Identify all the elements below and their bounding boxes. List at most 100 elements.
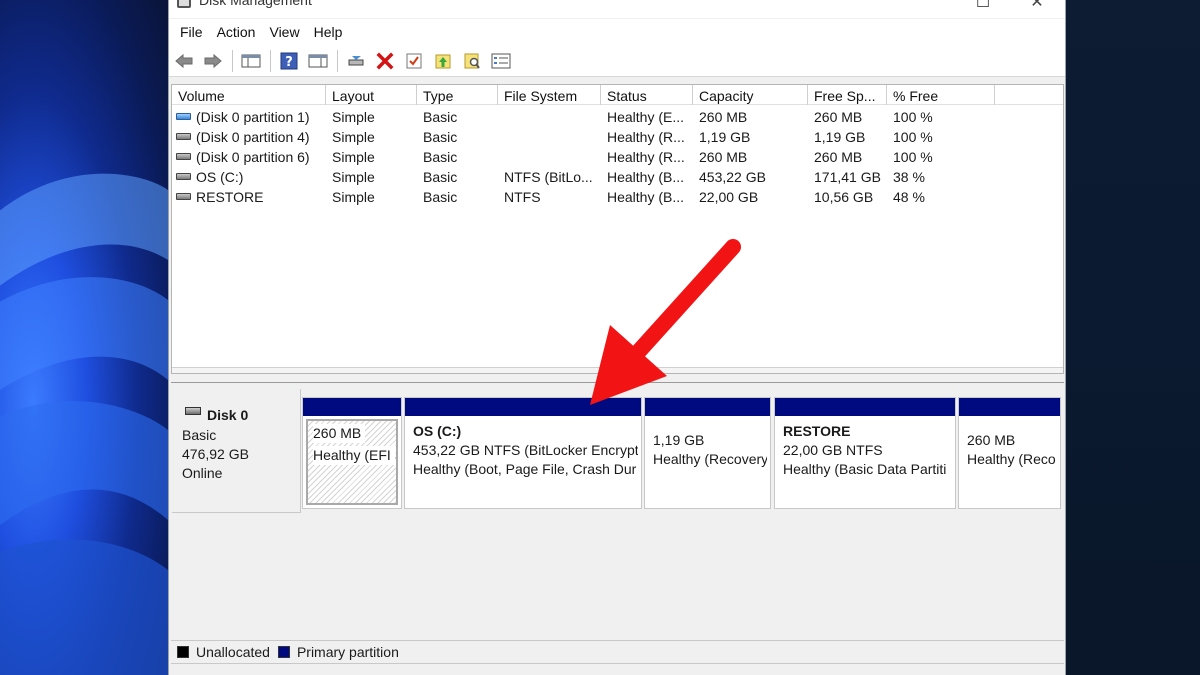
volume-file-system: NTFS xyxy=(504,189,541,205)
menu-file[interactable]: File xyxy=(173,24,210,40)
settings-list-icon[interactable] xyxy=(489,49,513,73)
partition-body: 260 MB Healthy (Reco xyxy=(962,419,1057,505)
volume-row[interactable]: (Disk 0 partition 6) Simple Basic Health… xyxy=(172,147,1063,167)
volume-percent-free: 48 % xyxy=(893,189,925,205)
partition-efi[interactable]: 260 MB Healthy (EFI S xyxy=(302,397,402,509)
partition-body: RESTORE 22,00 GB NTFS Healthy (Basic Dat… xyxy=(778,419,952,505)
volume-percent-free: 100 % xyxy=(893,149,933,165)
column-header-volume[interactable]: Volume xyxy=(172,85,326,105)
drive-icon xyxy=(176,113,191,120)
help-icon[interactable]: ? xyxy=(277,49,301,73)
column-header-free-space[interactable]: Free Sp... xyxy=(808,85,887,105)
close-button[interactable]: ✕ xyxy=(1027,0,1047,12)
volume-status: Healthy (B... xyxy=(607,189,685,205)
partition-status: Healthy (Recovery xyxy=(653,451,767,467)
import-up-icon[interactable] xyxy=(431,49,455,73)
title-bar[interactable]: Disk Management ☐ ✕ xyxy=(169,0,1065,18)
column-header-file-system[interactable]: File System xyxy=(498,85,601,105)
partition-recovery[interactable]: 1,19 GB Healthy (Recovery xyxy=(644,397,771,509)
volume-free-space: 171,41 GB xyxy=(814,169,881,185)
forward-icon[interactable] xyxy=(201,49,225,73)
disk-state: Online xyxy=(182,465,223,481)
column-header-type[interactable]: Type xyxy=(417,85,498,105)
volume-percent-free: 100 % xyxy=(893,109,933,125)
primary-partition-bar xyxy=(959,398,1060,416)
volume-file-system xyxy=(504,107,598,127)
menu-action[interactable]: Action xyxy=(210,24,263,40)
volume-row[interactable]: (Disk 0 partition 4) Simple Basic Health… xyxy=(172,127,1063,147)
check-icon[interactable] xyxy=(402,49,426,73)
delete-icon[interactable] xyxy=(373,49,397,73)
volume-row[interactable]: (Disk 0 partition 1) Simple Basic Health… xyxy=(172,107,1063,127)
partition-title: OS (C:) xyxy=(413,423,462,439)
partition-body: 260 MB Healthy (EFI S xyxy=(306,419,398,505)
volume-list-scrollbar[interactable] xyxy=(172,367,1063,373)
partition-size: 1,19 GB xyxy=(653,432,705,448)
volume-layout: Simple xyxy=(332,149,375,165)
column-header-percent-free[interactable]: % Free xyxy=(887,85,995,105)
volume-percent-free: 38 % xyxy=(893,169,925,185)
legend-unallocated: Unallocated xyxy=(196,644,270,660)
volume-type: Basic xyxy=(423,129,458,145)
partition-recovery-2[interactable]: 260 MB Healthy (Reco xyxy=(958,397,1061,509)
partition-os-c[interactable]: OS (C:) 453,22 GB NTFS (BitLocker Encryp… xyxy=(404,397,642,509)
properties-pane-icon[interactable] xyxy=(306,49,330,73)
volume-layout: Simple xyxy=(332,189,375,205)
partition-restore[interactable]: RESTORE 22,00 GB NTFS Healthy (Basic Dat… xyxy=(774,397,956,509)
partition-status: Healthy (EFI S xyxy=(313,446,396,465)
disk-graphical-view: Disk 0 Basic 476,92 GB Online 260 MB Hea… xyxy=(171,382,1064,638)
volume-free-space: 260 MB xyxy=(814,109,863,125)
primary-partition-bar xyxy=(303,398,401,416)
volume-free-space: 10,56 GB xyxy=(814,189,874,205)
volume-file-system: NTFS (BitLo... xyxy=(504,169,593,185)
drive-icon xyxy=(176,173,191,180)
menu-view[interactable]: View xyxy=(262,24,306,40)
volume-list-header: Volume Layout Type File System Status Ca… xyxy=(172,85,1063,105)
volume-row[interactable]: RESTORE Simple Basic NTFS Healthy (B... … xyxy=(172,187,1063,207)
partition-title: RESTORE xyxy=(783,423,851,439)
volume-type: Basic xyxy=(423,169,458,185)
svg-text:?: ? xyxy=(285,55,293,70)
column-header-layout[interactable]: Layout xyxy=(326,85,417,105)
volume-name: OS (C:) xyxy=(196,169,244,185)
find-icon[interactable] xyxy=(460,49,484,73)
maximize-button[interactable]: ☐ xyxy=(973,0,993,12)
drive-icon xyxy=(176,193,191,200)
volume-type: Basic xyxy=(423,189,458,205)
volume-layout: Simple xyxy=(332,109,375,125)
disk-0-label[interactable]: Disk 0 Basic 476,92 GB Online xyxy=(172,389,301,513)
menu-help[interactable]: Help xyxy=(307,24,350,40)
volume-layout: Simple xyxy=(332,169,375,185)
volume-status: Healthy (R... xyxy=(607,149,685,165)
partition-legend: Unallocated Primary partition xyxy=(171,640,1064,664)
toolbar-separator xyxy=(270,49,271,72)
partition-body: OS (C:) 453,22 GB NTFS (BitLocker Encryp… xyxy=(408,419,638,505)
disk-type: Basic xyxy=(182,427,217,443)
volume-percent-free: 100 % xyxy=(893,129,933,145)
volume-free-space: 260 MB xyxy=(814,149,863,165)
partition-status: Healthy (Reco xyxy=(967,451,1056,467)
primary-partition-swatch xyxy=(277,646,290,658)
volume-free-space: 1,19 GB xyxy=(814,129,866,145)
menu-bar: File Action View Help xyxy=(169,19,1065,45)
desktop-wallpaper-right xyxy=(1066,0,1200,675)
back-icon[interactable] xyxy=(172,49,196,73)
drive-icon xyxy=(176,153,191,160)
volume-list: Volume Layout Type File System Status Ca… xyxy=(171,84,1064,374)
column-header-capacity[interactable]: Capacity xyxy=(693,85,808,105)
volume-capacity: 260 MB xyxy=(699,149,748,165)
volume-capacity: 1,19 GB xyxy=(699,129,751,145)
column-header-status[interactable]: Status xyxy=(601,85,693,105)
volume-capacity: 260 MB xyxy=(699,109,748,125)
volume-name: (Disk 0 partition 4) xyxy=(196,129,310,145)
partition-status: Healthy (Boot, Page File, Crash Dur xyxy=(413,461,637,477)
volume-type: Basic xyxy=(423,149,458,165)
console-tree-icon[interactable] xyxy=(239,49,263,73)
volume-file-system xyxy=(504,127,598,147)
partition-status: Healthy (Basic Data Partiti xyxy=(783,461,947,477)
status-bar xyxy=(169,665,1065,675)
disk-management-window: Disk Management ☐ ✕ File Action View Hel… xyxy=(168,0,1066,675)
connect-disk-icon[interactable] xyxy=(344,49,368,73)
volume-row[interactable]: OS (C:) Simple Basic NTFS (BitLo... Heal… xyxy=(172,167,1063,187)
volume-layout: Simple xyxy=(332,129,375,145)
